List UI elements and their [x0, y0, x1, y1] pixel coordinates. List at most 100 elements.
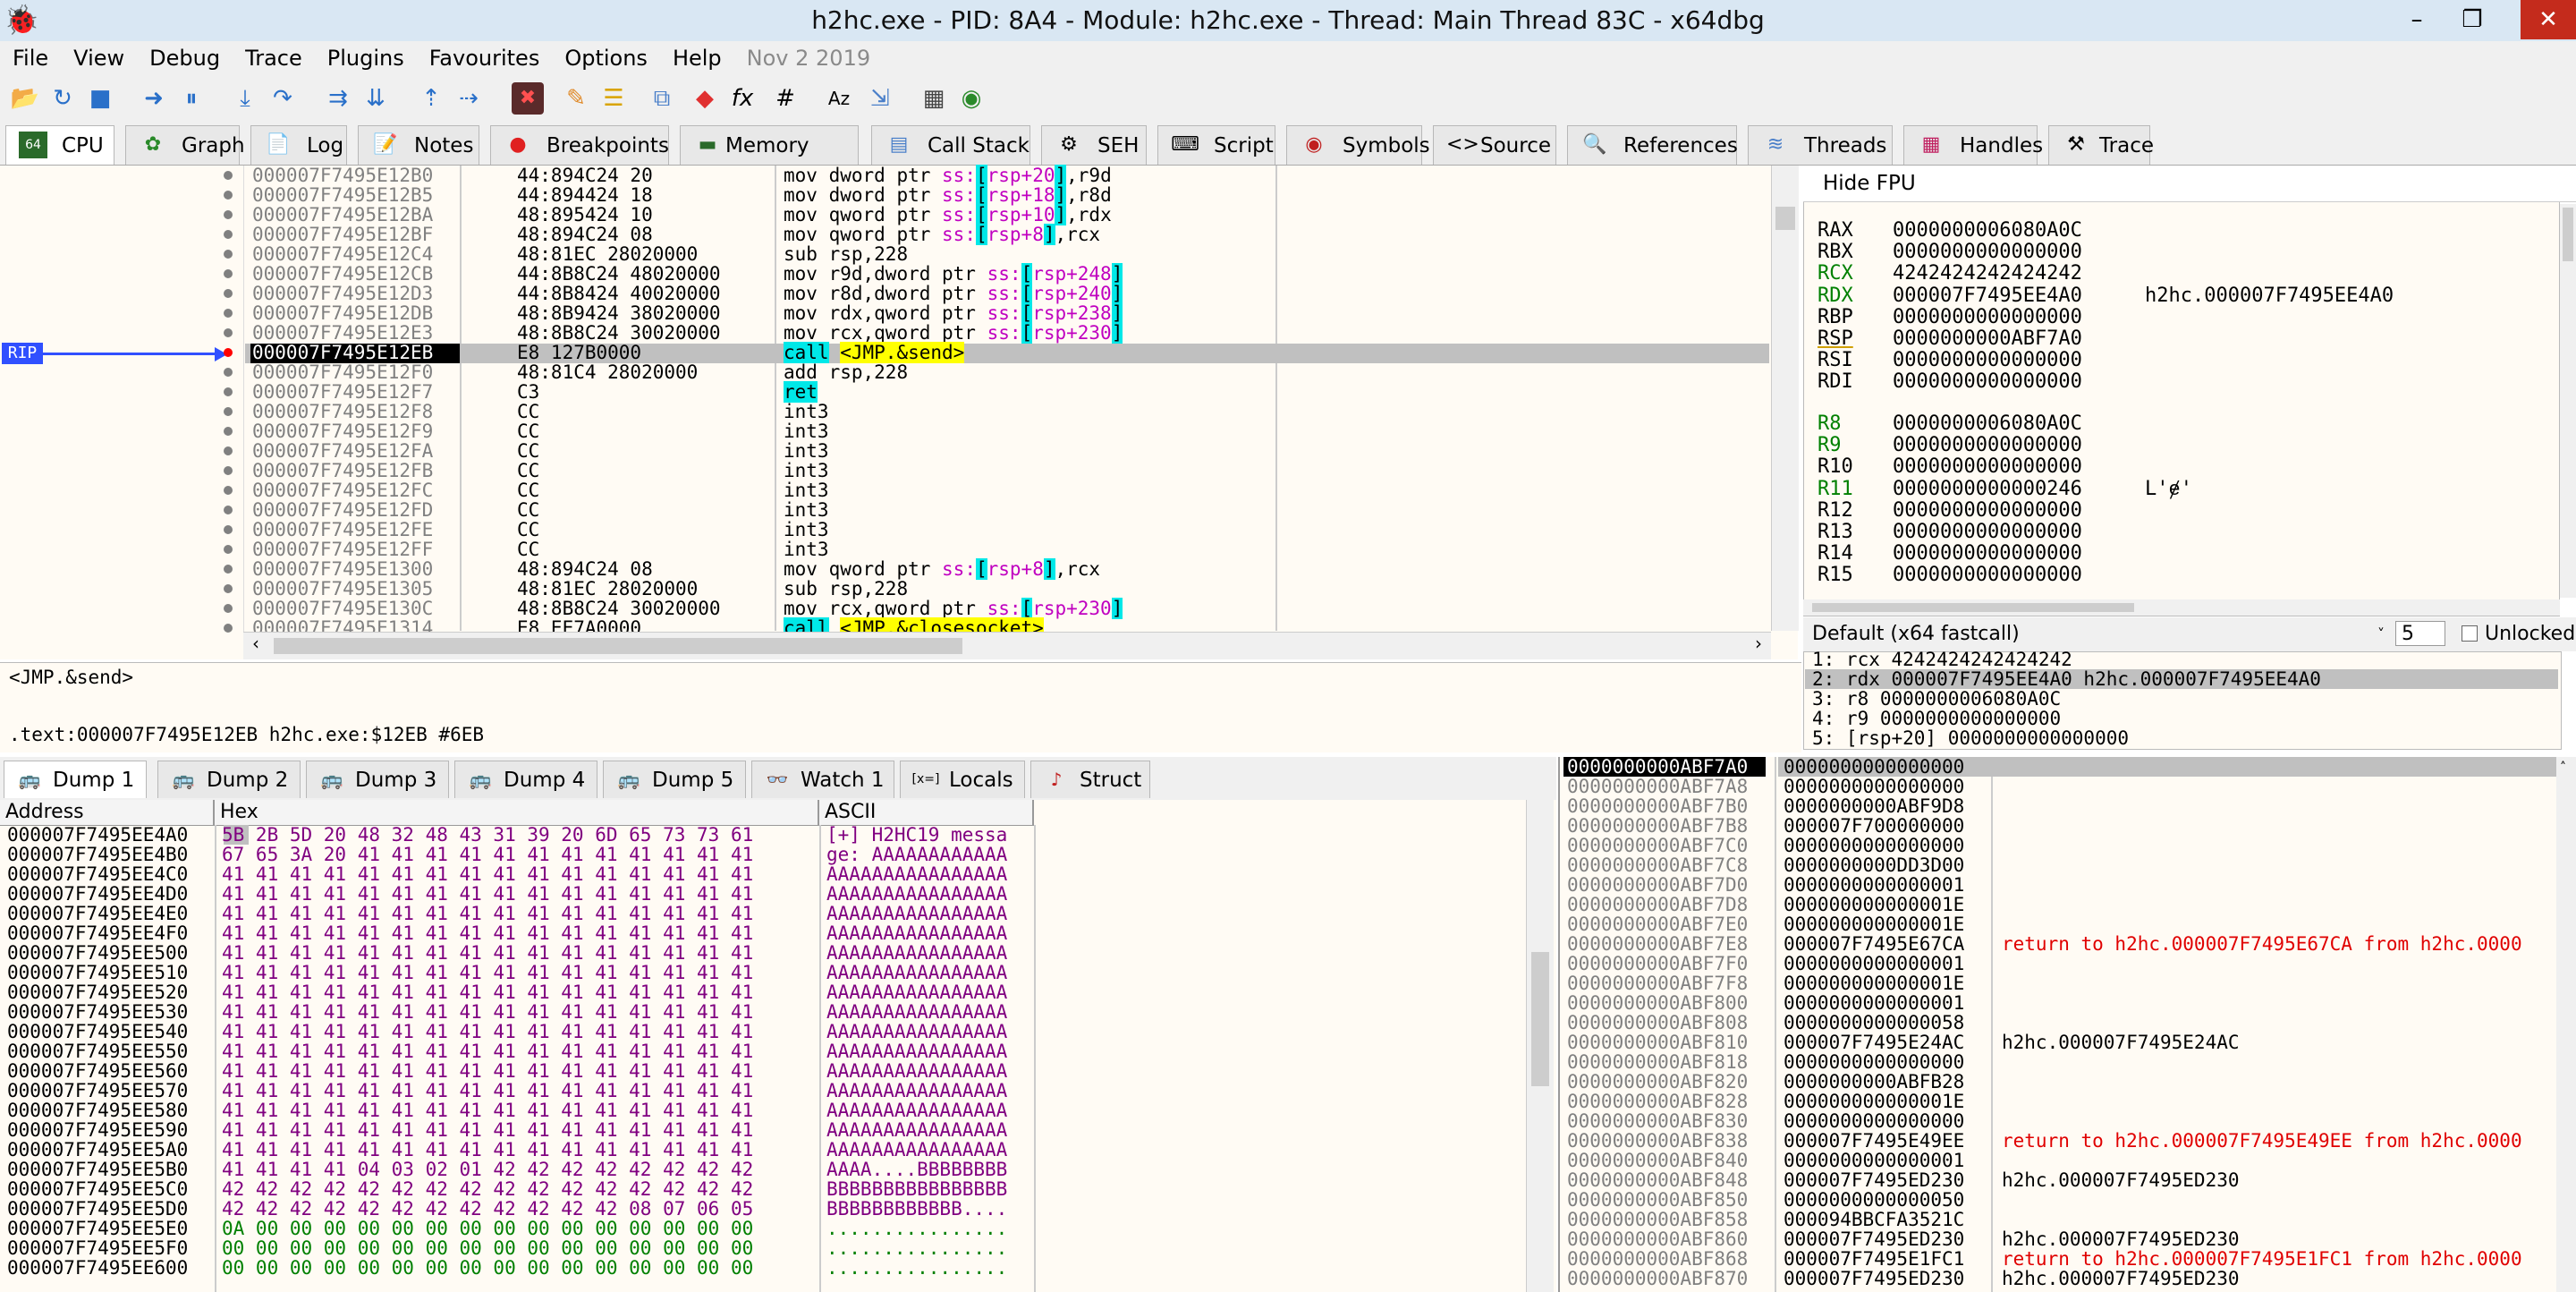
dump-address[interactable]: 000007F7495EE510 — [7, 963, 188, 982]
instruction-text[interactable]: call <JMP.&send> — [784, 342, 965, 363]
breakpoint-dot[interactable] — [224, 506, 233, 514]
register-value[interactable]: 0000000006080A0C — [1893, 220, 2082, 242]
dump-address[interactable]: 000007F7495EE540 — [7, 1022, 188, 1041]
stack-value[interactable]: 000000000000001E — [1784, 973, 1964, 993]
tab-dump-1[interactable]: 🚌 Dump 1 — [4, 761, 147, 798]
instruction-bytes[interactable]: CC — [517, 520, 539, 540]
instruction-address[interactable]: 000007F7495E12FB — [252, 461, 433, 480]
instruction-address[interactable]: 000007F7495E12FF — [252, 540, 433, 559]
instruction-bytes[interactable]: 48:894C24 08 — [517, 225, 653, 244]
argument-count-spinner[interactable]: 5 — [2395, 621, 2445, 646]
instruction-address[interactable]: 000007F7495E12FD — [252, 500, 433, 520]
breakpoint-dot[interactable] — [224, 210, 233, 219]
dump-ascii[interactable]: [+] H2HC19 messa — [826, 825, 1007, 845]
menu-trace[interactable]: Trace — [233, 41, 315, 75]
dump-hex[interactable]: 67 65 3A 20 41 41 41 41 41 41 41 41 41 4… — [222, 845, 753, 864]
instruction-address[interactable]: 000007F7495E12CB — [252, 264, 433, 284]
dump-address[interactable]: 000007F7495EE600 — [7, 1258, 188, 1278]
calculator-icon[interactable]: ▦ — [918, 82, 950, 115]
menu-help[interactable]: Help — [660, 41, 734, 75]
register-name[interactable]: RBX — [1818, 242, 1853, 263]
dump-ascii[interactable]: AAAAAAAAAAAAAAAA — [826, 1061, 1007, 1081]
instruction-address[interactable]: 000007F7495E12C4 — [252, 244, 433, 264]
restore-button[interactable]: ❐ — [2445, 0, 2499, 39]
close-button[interactable]: ✕ — [2521, 0, 2576, 39]
stop-icon[interactable]: ■ — [84, 82, 116, 115]
dump-ascii[interactable]: BBBBBBBBBBBB.... — [826, 1199, 1007, 1219]
register-value[interactable]: 4242424242424242 — [1893, 263, 2082, 285]
register-name[interactable]: R11 — [1818, 478, 1853, 500]
breakpoint-dot[interactable] — [224, 604, 233, 613]
stack-value[interactable]: 0000000000000000 — [1784, 1111, 1964, 1131]
tab-seh[interactable]: ⚙ SEH — [1041, 125, 1147, 165]
stack-value[interactable]: 0000000000000000 — [1784, 1052, 1964, 1072]
stack-value[interactable]: 0000000000ABFB28 — [1784, 1072, 1964, 1092]
run-to-user-code-icon[interactable]: ⇢ — [453, 82, 485, 115]
stack-value[interactable]: 000007F7495ED230 — [1784, 1170, 1964, 1190]
stack-address[interactable]: 0000000000ABF860 — [1567, 1229, 1748, 1249]
dump-hex[interactable]: 5B 2B 5D 20 48 32 48 43 31 39 20 6D 65 7… — [222, 825, 753, 845]
tab-cpu[interactable]: 64 CPU — [5, 125, 114, 165]
dump-address[interactable]: 000007F7495EE590 — [7, 1120, 188, 1140]
scroll-left-icon[interactable]: ‹ — [252, 633, 259, 654]
chevron-down-icon[interactable]: ˅ — [2377, 617, 2385, 651]
tab-watch-1[interactable]: 👓 Watch 1 — [751, 761, 894, 798]
dump-hex[interactable]: 41 41 41 41 41 41 41 41 41 41 41 41 41 4… — [222, 864, 753, 884]
tab-source[interactable]: <> Source — [1433, 125, 1556, 165]
instruction-text[interactable]: int3 — [784, 402, 840, 421]
instruction-address[interactable]: 000007F7495E12BF — [252, 225, 433, 244]
globe-icon[interactable]: ◉ — [955, 82, 987, 115]
instruction-address[interactable]: 000007F7495E12EB — [252, 343, 433, 362]
instruction-bytes[interactable]: CC — [517, 461, 539, 480]
stack-value[interactable]: 0000000000ABF9D8 — [1784, 796, 1964, 816]
breakpoint-dot[interactable] — [224, 427, 233, 436]
instruction-text[interactable]: mov r9d,dword ptr ss:[rsp+248] — [784, 263, 1123, 285]
trace-over-icon[interactable]: ⇊ — [360, 82, 392, 115]
register-value[interactable]: 0000000000000000 — [1893, 565, 2082, 586]
instruction-address[interactable]: 000007F7495E12F9 — [252, 421, 433, 441]
breakpoint-dot[interactable] — [224, 387, 233, 396]
stack-address[interactable]: 0000000000ABF828 — [1567, 1092, 1748, 1111]
tab-script[interactable]: ⌨ Script — [1157, 125, 1275, 165]
dump-address[interactable]: 000007F7495EE5D0 — [7, 1199, 188, 1219]
instruction-bytes[interactable]: 48:8B8C24 30020000 — [517, 599, 721, 618]
scroll-right-icon[interactable]: › — [1755, 633, 1762, 654]
breakpoint-dot[interactable] — [224, 171, 233, 180]
register-value[interactable]: 0000000000000000 — [1893, 543, 2082, 565]
stack-value[interactable]: 0000000000000001 — [1784, 993, 1964, 1013]
dump-address[interactable]: 000007F7495EE550 — [7, 1041, 188, 1061]
instruction-bytes[interactable]: 48:8B9424 38020000 — [517, 303, 721, 323]
stack-address[interactable]: 0000000000ABF7B0 — [1567, 796, 1748, 816]
register-name[interactable]: RDX — [1818, 285, 1853, 307]
dump-address[interactable]: 000007F7495EE5B0 — [7, 1160, 188, 1179]
stack-address[interactable]: 0000000000ABF7E0 — [1567, 914, 1748, 934]
instruction-bytes[interactable]: CC — [517, 500, 539, 520]
dump-ascii[interactable]: AAAAAAAAAAAAAAAA — [826, 864, 1007, 884]
dump-hex[interactable]: 41 41 41 41 41 41 41 41 41 41 41 41 41 4… — [222, 982, 753, 1002]
scroll-thumb[interactable] — [1531, 952, 1549, 1086]
dump-address[interactable]: 000007F7495EE5E0 — [7, 1219, 188, 1238]
tab-threads[interactable]: ≋ Threads — [1748, 125, 1893, 165]
breakpoint-dot[interactable] — [224, 446, 233, 455]
instruction-bytes[interactable]: 44:894424 18 — [517, 185, 653, 205]
instruction-address[interactable]: 000007F7495E12DB — [252, 303, 433, 323]
instruction-address[interactable]: 000007F7495E12FE — [252, 520, 433, 540]
stack-address[interactable]: 0000000000ABF820 — [1567, 1072, 1748, 1092]
dump-ascii[interactable]: ................ — [826, 1258, 1007, 1278]
instruction-address[interactable]: 000007F7495E12E3 — [252, 323, 433, 343]
instruction-text[interactable]: mov qword ptr ss:[rsp+8],rcx — [784, 558, 1100, 580]
stack-value[interactable]: 000007F7495E24AC — [1784, 1033, 1964, 1052]
stack-address[interactable]: 0000000000ABF800 — [1567, 993, 1748, 1013]
dump-address[interactable]: 000007F7495EE500 — [7, 943, 188, 963]
stack-address[interactable]: 0000000000ABF7C0 — [1567, 836, 1748, 855]
disassembly-hscroll[interactable]: ‹ › — [243, 632, 1771, 659]
instruction-text[interactable]: int3 — [784, 520, 840, 540]
instruction-address[interactable]: 000007F7495E130C — [252, 599, 433, 618]
dump-ascii[interactable]: AAAA....BBBBBBBB — [826, 1160, 1007, 1179]
dump-hex[interactable]: 41 41 41 41 41 41 41 41 41 41 41 41 41 4… — [222, 943, 753, 963]
breakpoint-dot[interactable] — [224, 466, 233, 475]
argument-row[interactable]: 4: r9 0000000000000000 — [1812, 709, 2061, 728]
hide-fpu-button[interactable]: Hide FPU — [1823, 166, 1916, 201]
instruction-bytes[interactable]: 44:8B8C24 48020000 — [517, 264, 721, 284]
trace-into-icon[interactable]: ⇉ — [322, 82, 354, 115]
